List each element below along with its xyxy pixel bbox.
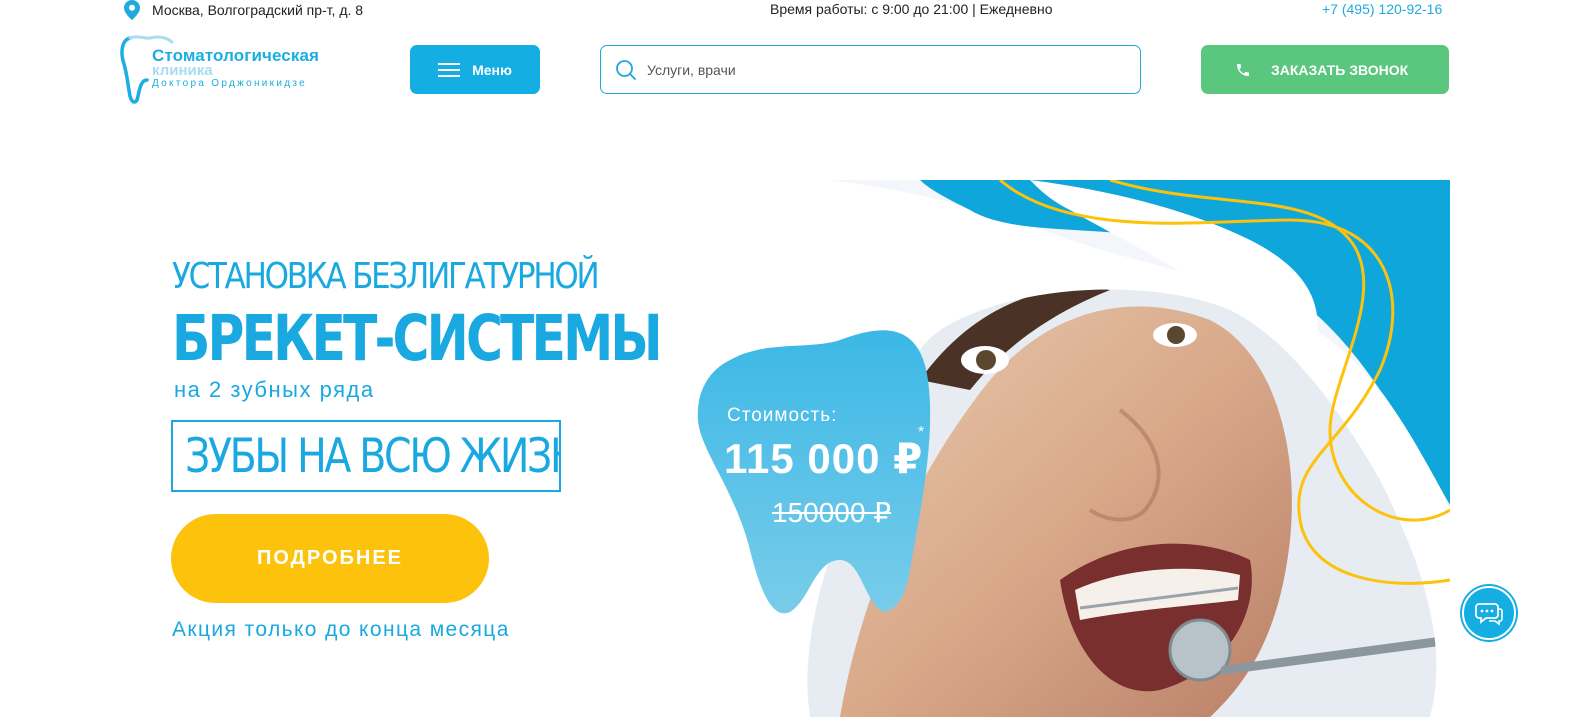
hero-slogan: ЗУБЫ НА ВСЮ ЖИЗНЬ! [185,428,559,484]
price-value: 115 000 ₽ [724,435,924,482]
callback-button-label: ЗАКАЗАТЬ ЗВОНОК [1271,61,1409,78]
clinic-logo[interactable]: Стоматологическая клиника Доктора Орджон… [120,34,360,106]
search-input[interactable] [647,61,1107,78]
callback-button[interactable]: ЗАКАЗАТЬ ЗВОНОК [1201,45,1449,94]
top-info-bar: Москва, Волгоградский пр-т, д. 8 Время р… [0,0,1581,22]
address-text: Москва, Волгоградский пр-т, д. 8 [152,2,364,18]
logo-line-3: Доктора Орджоникидзе [152,78,307,89]
menu-button[interactable]: Меню [410,45,540,94]
hero-heading-line-1: УСТАНОВКА БЕЗЛИГАТУРНОЙ [172,256,600,297]
phone-link[interactable]: +7 (495) 120-92-16 [1322,1,1442,17]
location-pin-icon [124,0,140,20]
chat-widget-button[interactable] [1462,586,1516,640]
hero-subheading: на 2 зубных ряда [174,377,375,402]
search-icon [616,59,636,80]
address: Москва, Волгоградский пр-т, д. 8 [124,0,363,20]
logo-line-2: клиника [152,62,213,79]
menu-button-label: Меню [472,61,512,78]
search-box[interactable] [600,45,1141,94]
more-button[interactable]: ПОДРОБНЕЕ [171,514,489,603]
hero-slogan-box: ЗУБЫ НА ВСЮ ЖИЗНЬ! [171,420,561,492]
phone-icon [1237,63,1249,76]
hamburger-icon [438,62,461,77]
promo-note: Акция только до конца месяца [172,618,510,641]
old-price-value: 150000 ₽ [772,497,892,528]
price-label: Стоимость: [727,405,838,426]
working-hours: Время работы: с 9:00 до 21:00 | Ежедневн… [770,1,1053,17]
price-footnote-mark: * [918,424,925,441]
hero-banner: УСТАНОВКА БЕЗЛИГАТУРНОЙ БРЕКЕТ-СИСТЕМЫ н… [0,0,1581,717]
hero-heading-line-2: БРЕКЕТ-СИСТЕМЫ [172,302,663,375]
chat-icon [1475,603,1503,626]
